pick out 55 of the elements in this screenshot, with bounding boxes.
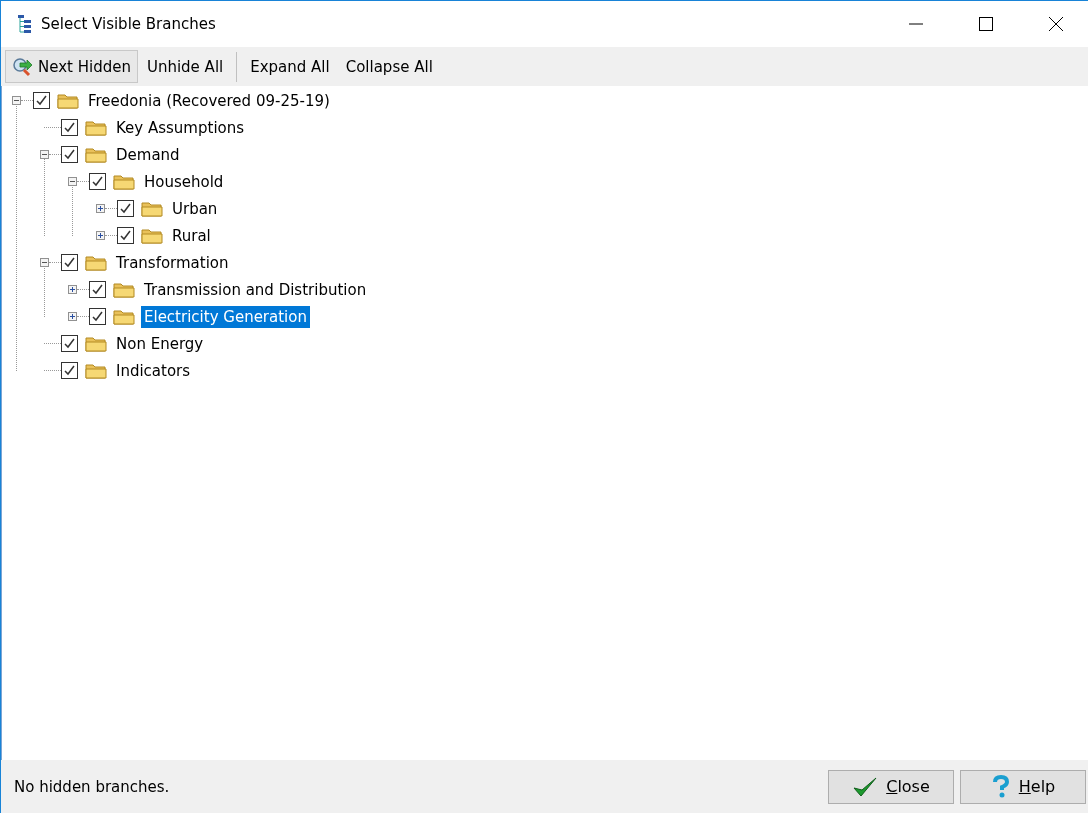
checkbox[interactable] xyxy=(89,173,106,190)
collapse-icon[interactable] xyxy=(40,150,49,159)
expand-icon[interactable] xyxy=(68,285,77,294)
checkbox[interactable] xyxy=(61,119,78,136)
magnifier-icon xyxy=(12,56,34,77)
toolbar-button[interactable]: Unhide All xyxy=(139,50,231,83)
folder-icon xyxy=(141,200,163,217)
checkbox[interactable] xyxy=(33,92,50,109)
folder-icon xyxy=(57,92,79,109)
checkbox[interactable] xyxy=(61,362,78,379)
toolbar-button[interactable]: Collapse All xyxy=(338,50,440,83)
next-hidden-button[interactable]: Next Hidden xyxy=(5,50,138,83)
folder-icon xyxy=(85,254,107,271)
folder-icon xyxy=(85,362,107,379)
folder-icon xyxy=(113,281,135,298)
close-icon[interactable] xyxy=(1048,16,1064,32)
expand-icon[interactable] xyxy=(96,231,105,240)
folder-icon xyxy=(85,146,107,163)
folder-icon xyxy=(141,227,163,244)
tree-item[interactable]: Household xyxy=(141,170,227,193)
help-button[interactable]: Help xyxy=(960,769,1086,804)
status-text: No hidden branches. xyxy=(14,777,170,796)
expand-icon[interactable] xyxy=(96,204,105,213)
maximize-icon[interactable] xyxy=(978,16,994,32)
close-button[interactable]: Close xyxy=(828,769,954,804)
tree-item[interactable]: Urban xyxy=(169,197,221,220)
checkmark-icon xyxy=(852,775,879,798)
tree-item[interactable]: Rural xyxy=(169,224,214,247)
checkbox[interactable] xyxy=(89,281,106,298)
expand-icon[interactable] xyxy=(68,312,77,321)
checkbox[interactable] xyxy=(61,254,78,271)
tree-item[interactable]: Electricity Generation xyxy=(141,305,310,328)
folder-icon xyxy=(113,308,135,325)
tree-item[interactable]: Transformation xyxy=(113,251,232,274)
tree-item[interactable]: Demand xyxy=(113,143,183,166)
checkbox[interactable] xyxy=(117,227,134,244)
folder-icon xyxy=(85,119,107,136)
tree-item[interactable]: Non Energy xyxy=(113,332,207,355)
tree-item[interactable]: Freedonia (Recovered 09-25-19) xyxy=(85,89,333,112)
collapse-icon[interactable] xyxy=(12,96,21,105)
tree-item[interactable]: Key Assumptions xyxy=(113,116,248,139)
collapse-icon[interactable] xyxy=(68,177,77,186)
tree-item[interactable]: Indicators xyxy=(113,359,194,382)
toolbar-button[interactable]: Expand All xyxy=(243,50,337,83)
checkbox[interactable] xyxy=(61,146,78,163)
question-mark-icon xyxy=(990,774,1011,799)
folder-icon xyxy=(85,335,107,352)
window-title: Select Visible Branches xyxy=(41,15,216,33)
checkbox[interactable] xyxy=(61,335,78,352)
checkbox[interactable] xyxy=(117,200,134,217)
tree-item[interactable]: Transmission and Distribution xyxy=(141,278,370,301)
folder-icon xyxy=(113,173,135,190)
checkbox[interactable] xyxy=(89,308,106,325)
collapse-icon[interactable] xyxy=(40,258,49,267)
tree-icon xyxy=(17,14,33,34)
